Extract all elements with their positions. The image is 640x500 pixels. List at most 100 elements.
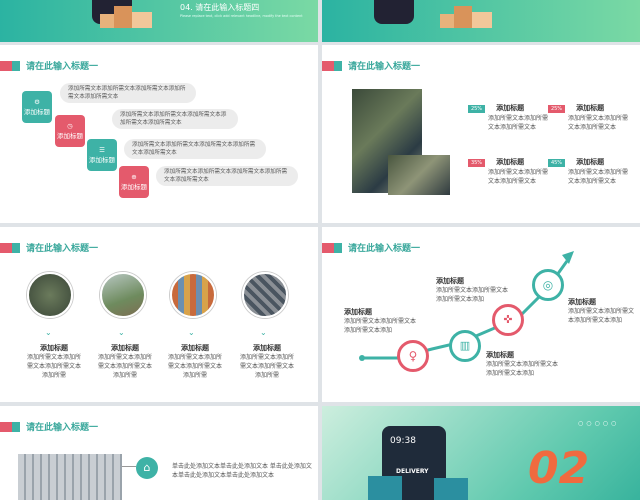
growth-item-2: 添加标题 添加所需文本添加所需文本添加所需文本添加: [436, 276, 508, 304]
slide-header: 请在此输入标题一: [322, 59, 420, 72]
slide-title: 请在此输入标题一: [26, 244, 99, 254]
lightbulb-icon: ♀: [397, 340, 429, 372]
database-icon: ☰: [99, 146, 105, 154]
connector-line: [122, 466, 136, 467]
stat-item-4: 45% 添加标题 添加所需文本添加所需文本添加所需文本: [548, 149, 634, 186]
stat-item-1: 25% 添加标题 添加所需文本添加所需文本添加所需文本: [468, 95, 554, 132]
stat-title: 添加标题: [576, 104, 605, 112]
item-text: 添加所需文本添加所需文本添加所需文本添加所需: [168, 354, 223, 379]
stat-badge: 45%: [548, 159, 565, 167]
stat-item-2: 25% 添加标题 添加所需文本添加所需文本添加所需文本: [548, 95, 634, 132]
chevron-down-icon: ⌄: [118, 328, 125, 337]
stat-text: 添加所需文本添加所需文本添加所需文本: [568, 169, 629, 185]
step-label-1: 添加标题: [24, 108, 50, 116]
slide-top-right[interactable]: [322, 0, 640, 42]
start-dot: [359, 355, 365, 361]
slide-title: 请在此输入标题一: [26, 423, 99, 433]
item-text: 添加所需文本添加所需文本添加所需文本添加所需: [98, 354, 153, 379]
step-block-4[interactable]: ⊕ 添加标题: [119, 166, 149, 198]
circle-item-4: 添加标题 添加所需文本添加所需文本添加所需文本添加所需: [240, 343, 294, 380]
boxes-graphic: [440, 4, 500, 34]
nav-dots: ○○○○○: [578, 420, 620, 427]
stat-title: 添加标题: [496, 104, 525, 112]
location-pin-icon: ⌂: [136, 457, 158, 479]
stat-badge: 25%: [548, 105, 565, 113]
step-block-1[interactable]: ⚙ 添加标题: [22, 91, 52, 123]
slide-location[interactable]: 请在此输入标题一 ⌂ 单击此处添加文本单击此处添加文本 单击此处添加文本单击此处…: [0, 406, 318, 500]
section-subtitle: Please replace text, click add relevant …: [180, 14, 303, 18]
step-label-2: 添加标题: [57, 132, 83, 140]
phone-screen-label: DELIVERY: [396, 468, 429, 475]
photo-circle-4: [242, 272, 288, 318]
step-label-3: 添加标题: [89, 156, 115, 164]
slide-growth[interactable]: 请在此输入标题一 ♀ ▥ ✜ ◎ 添加标题 添加所需文本添加所需文本添加所需文本…: [322, 227, 640, 402]
item-title: 添加标题: [568, 298, 596, 306]
step-text-2: 添加所需文本添加所需文本添加所需文本添加所需文本添加所需文本: [112, 109, 238, 129]
location-text: 单击此处添加文本单击此处添加文本 单击此处添加文本单击此处添加文本单击此处添加文…: [172, 463, 312, 479]
slide-title: 请在此输入标题一: [348, 62, 421, 72]
chevron-down-icon: ⌄: [188, 328, 195, 337]
chevron-down-icon: ⌄: [45, 328, 52, 337]
item-text: 添加所需文本添加所需文本添加所需文本添加: [344, 318, 417, 334]
item-title: 添加标题: [181, 344, 209, 352]
gear-icon: ⚙: [34, 98, 40, 106]
slide-header: 请在此输入标题一: [0, 241, 98, 254]
target-icon: ◎: [532, 269, 564, 301]
box-left: [368, 476, 402, 500]
arrow-head: [562, 251, 574, 264]
phone-graphic: [374, 0, 414, 24]
puzzle-icon: ✜: [492, 304, 524, 336]
chevron-down-icon: ⌄: [260, 328, 267, 337]
item-text: 添加所需文本添加所需文本添加所需文本添加所需: [240, 354, 295, 379]
slide-top-left[interactable]: 04. 请在此输入标题四 Please replace text, click …: [0, 0, 318, 42]
stat-text: 添加所需文本添加所需文本添加所需文本: [488, 169, 549, 185]
item-title: 添加标题: [111, 344, 139, 352]
phone-time: 09:38: [390, 436, 416, 446]
warehouse-photo: [18, 454, 122, 500]
photo-circle-2: [100, 272, 146, 318]
item-title: 添加标题: [40, 344, 68, 352]
slide-title: 请在此输入标题一: [26, 62, 99, 72]
step-text-3: 添加所需文本添加所需文本添加所需文本添加所需文本添加所需文本: [124, 139, 266, 159]
section-number: 02: [528, 443, 590, 494]
item-title: 添加标题: [253, 344, 281, 352]
item-text: 添加所需文本添加所需文本添加所需文本添加: [486, 361, 559, 377]
stat-title: 添加标题: [496, 158, 525, 166]
slide-section-cover[interactable]: ○○○○○ 09:38 DELIVERY 02: [322, 406, 640, 500]
photo-circle-1: [27, 272, 73, 318]
slide-steps[interactable]: 请在此输入标题一 添加所需文本添加所需文本添加所需文本添加所需文本添加所需文本 …: [0, 45, 318, 223]
circle-item-2: 添加标题 添加所需文本添加所需文本添加所需文本添加所需: [98, 343, 152, 380]
step-text-4: 添加所需文本添加所需文本添加所需文本添加所需文本添加所需文本: [156, 166, 298, 186]
slide-circles[interactable]: 请在此输入标题一 ⌄ ⌄ ⌄ ⌄ 添加标题 添加所需文本添加所需文本添加所需文本…: [0, 227, 318, 402]
section-title: 04. 请在此输入标题四: [180, 3, 260, 12]
circle-item-1: 添加标题 添加所需文本添加所需文本添加所需文本添加所需: [27, 343, 81, 380]
aerial-photo-small: [388, 155, 450, 195]
stat-badge: 35%: [468, 159, 485, 167]
slide-header: 请在此输入标题一: [0, 420, 98, 433]
growth-item-3: 添加标题 添加所需文本添加所需文本添加所需文本添加: [486, 350, 562, 378]
box-right: [434, 478, 468, 500]
item-text: 添加所需文本添加所需文本添加所需文本添加: [436, 287, 509, 303]
clock-icon: ◷: [67, 122, 73, 130]
item-title: 添加标题: [344, 308, 372, 316]
photo-circle-3: [170, 272, 216, 318]
search-icon: ⊕: [131, 173, 137, 181]
step-text-1: 添加所需文本添加所需文本添加所需文本添加所需文本添加所需文本: [60, 83, 196, 103]
item-text: 添加所需文本添加所需文本添加所需文本添加所需: [27, 354, 82, 379]
step-label-4: 添加标题: [121, 183, 147, 191]
stat-text: 添加所需文本添加所需文本添加所需文本: [488, 115, 549, 131]
item-title: 添加标题: [486, 351, 514, 359]
bar-chart-icon: ▥: [449, 330, 481, 362]
stat-text: 添加所需文本添加所需文本添加所需文本: [568, 115, 629, 131]
slide-header: 请在此输入标题一: [0, 59, 98, 72]
item-title: 添加标题: [436, 277, 464, 285]
growth-item-1: 添加标题 添加所需文本添加所需文本添加所需文本添加: [344, 307, 420, 335]
item-text: 添加所需文本添加所需文本添加所需文本添加: [568, 308, 635, 324]
boxes-graphic: [100, 4, 160, 34]
circle-item-3: 添加标题 添加所需文本添加所需文本添加所需文本添加所需: [168, 343, 222, 380]
stat-title: 添加标题: [576, 158, 605, 166]
stat-item-3: 35% 添加标题 添加所需文本添加所需文本添加所需文本: [468, 149, 554, 186]
slide-stats[interactable]: 请在此输入标题一 25% 添加标题 添加所需文本添加所需文本添加所需文本 25%…: [322, 45, 640, 223]
step-block-3[interactable]: ☰ 添加标题: [87, 139, 117, 171]
step-block-2[interactable]: ◷ 添加标题: [55, 115, 85, 147]
